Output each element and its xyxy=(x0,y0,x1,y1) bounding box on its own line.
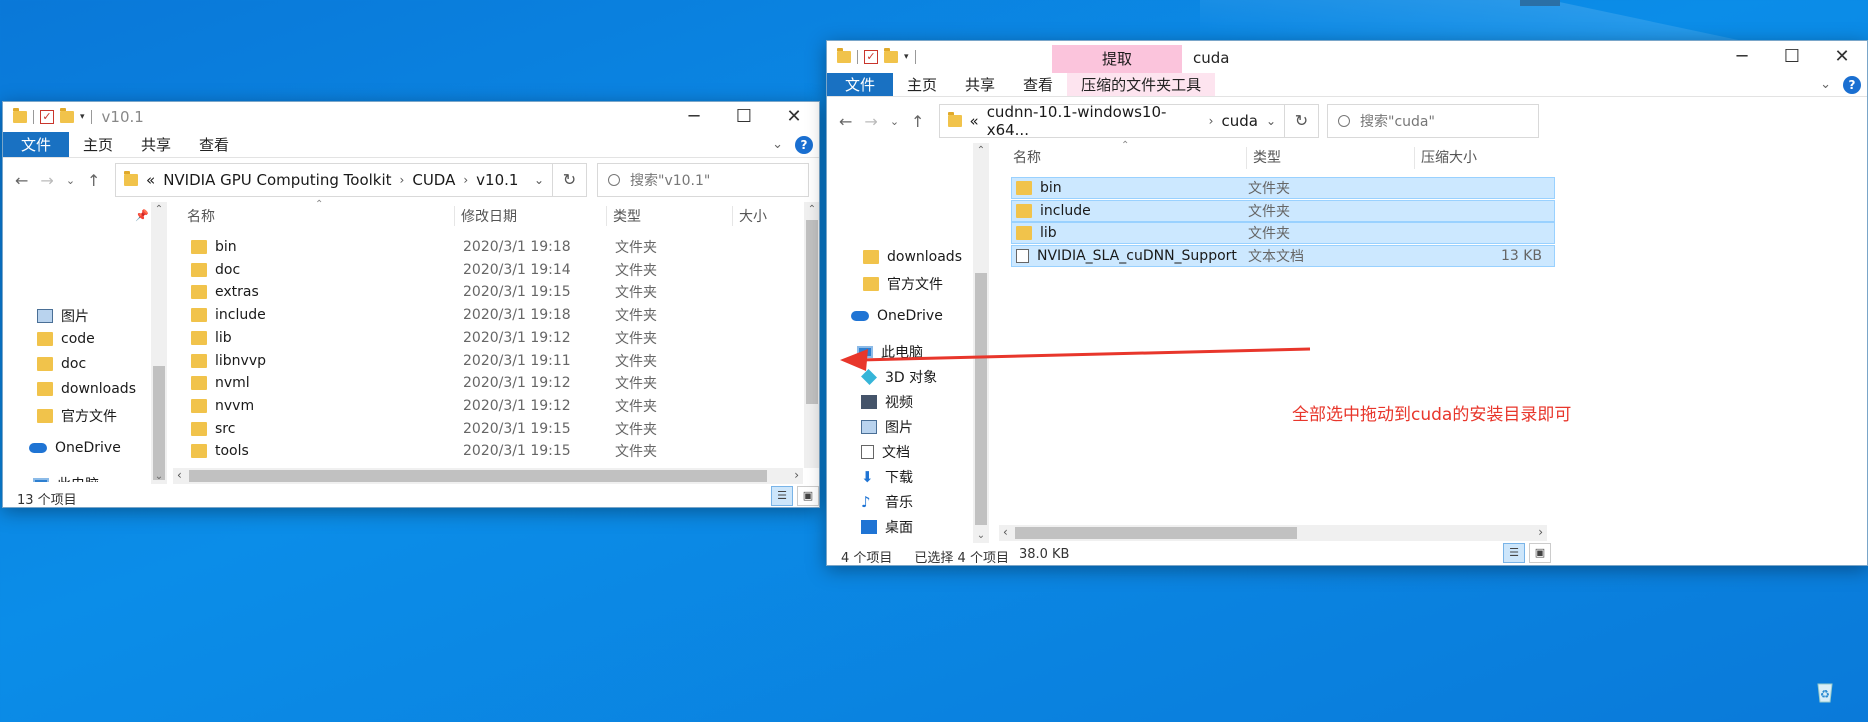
annotation-arrow xyxy=(840,347,1311,371)
svg-text:♻: ♻ xyxy=(1820,688,1830,701)
annotation-text: 全部选中拖动到cuda的安装目录即可 xyxy=(1292,405,1572,425)
arrow-shaft xyxy=(859,347,1311,362)
recycle-bin-icon[interactable]: ♻ xyxy=(1810,676,1840,706)
arrowhead-icon xyxy=(840,349,868,371)
